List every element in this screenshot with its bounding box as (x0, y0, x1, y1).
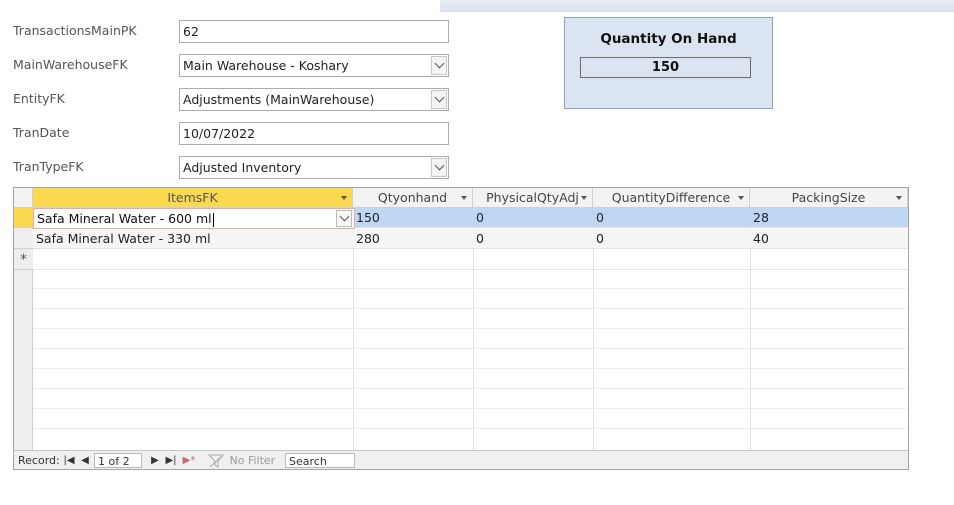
mainwarehousefk-value: Main Warehouse - Koshary (183, 58, 349, 73)
empty-row-line (33, 328, 908, 329)
last-record-button[interactable]: ▶| (164, 453, 178, 468)
transactionsmainpk-field[interactable]: 62 (179, 20, 449, 43)
column-header-packingsize[interactable]: PackingSize (750, 188, 908, 208)
search-input[interactable]: Search (285, 453, 355, 468)
trantypefk-value: Adjusted Inventory (183, 160, 302, 175)
sort-dropdown-icon[interactable] (581, 196, 587, 200)
label-mainwarehousefk: MainWarehouseFK (13, 57, 128, 72)
chevron-down-icon (434, 160, 444, 171)
new-record-row[interactable] (33, 250, 908, 270)
next-record-button[interactable]: ▶ (148, 453, 162, 468)
trantypefk-combo[interactable]: Adjusted Inventory (179, 156, 449, 179)
label-trantypefk: TranTypeFK (13, 159, 84, 174)
cell-qtyonhand[interactable]: 150 (353, 208, 473, 228)
chevron-down-icon (434, 92, 444, 103)
new-record-button[interactable]: ▶* (180, 453, 198, 468)
record-label: Record: (18, 454, 60, 467)
first-record-button[interactable]: |◀ (62, 453, 76, 468)
sort-dropdown-icon[interactable] (461, 196, 467, 200)
trandate-value: 10/07/2022 (183, 126, 256, 141)
dropdown-button[interactable] (336, 210, 352, 227)
new-record-selector[interactable]: * (14, 250, 33, 270)
table-row[interactable]: Safa Mineral Water - 330 ml 280 0 0 40 (33, 229, 908, 249)
datasheet-subform: ItemsFK Qtyonhand PhysicalQtyAdj Quantit… (13, 187, 909, 470)
table-row[interactable]: Safa Mineral Water - 600 ml 150 0 0 28 (33, 208, 908, 229)
sort-dropdown-icon[interactable] (896, 196, 902, 200)
empty-row-line (33, 348, 908, 349)
header-label: PhysicalQtyAdj (486, 190, 579, 205)
entityfk-value: Adjustments (MainWarehouse) (183, 92, 375, 107)
entityfk-combo[interactable]: Adjustments (MainWarehouse) (179, 88, 449, 111)
trandate-field[interactable]: 10/07/2022 (179, 122, 449, 145)
empty-row-line (33, 408, 908, 409)
empty-row-line (33, 288, 908, 289)
window-top-band (440, 0, 954, 12)
empty-row-line (33, 368, 908, 369)
chevron-down-icon (339, 211, 349, 222)
previous-record-button[interactable]: ◀ (78, 453, 92, 468)
empty-row-line (33, 428, 908, 429)
record-navigation-bar: Record: |◀ ◀ 1 of 2 ▶ ▶| ▶* No Filter Se… (14, 450, 908, 469)
column-header-quantitydifference[interactable]: QuantityDifference (593, 188, 750, 208)
cell-physicalqtyadj[interactable]: 0 (473, 208, 593, 228)
quantity-on-hand-panel: Quantity On Hand 150 (564, 17, 773, 109)
column-header-qtyonhand[interactable]: Qtyonhand (353, 188, 473, 208)
empty-row-line (33, 388, 908, 389)
text-caret (212, 212, 214, 227)
header-label: QuantityDifference (611, 190, 731, 205)
label-entityfk: EntityFK (13, 91, 65, 106)
label-trandate: TranDate (13, 125, 70, 140)
transactionsmainpk-value: 62 (183, 24, 199, 39)
filter-label: No Filter (229, 454, 276, 467)
funnel-icon (207, 454, 225, 468)
column-header-physicalqtyadj[interactable]: PhysicalQtyAdj (473, 188, 593, 208)
dropdown-button[interactable] (431, 158, 447, 177)
cell-packingsize[interactable]: 40 (750, 229, 908, 249)
chevron-down-icon (434, 58, 444, 69)
header-corner[interactable] (14, 188, 33, 208)
sort-dropdown-icon[interactable] (738, 196, 744, 200)
current-record-box[interactable]: 1 of 2 (94, 453, 142, 468)
header-label: PackingSize (791, 190, 866, 205)
dropdown-button[interactable] (431, 56, 447, 75)
column-header-itemsfk[interactable]: ItemsFK (33, 188, 353, 208)
cell-itemsfk[interactable]: Safa Mineral Water - 330 ml (33, 229, 353, 249)
cell-packingsize[interactable]: 28 (750, 208, 908, 228)
filter-indicator[interactable]: No Filter (207, 453, 276, 468)
cell-physicalqtyadj[interactable]: 0 (473, 229, 593, 249)
cell-quantitydifference[interactable]: 0 (593, 229, 750, 249)
label-transactionsmainpk: TransactionsMainPK (13, 23, 137, 38)
header-label: ItemsFK (167, 190, 218, 205)
header-label: Qtyonhand (377, 190, 448, 205)
empty-row-line (33, 308, 908, 309)
cell-quantitydifference[interactable]: 0 (593, 208, 750, 228)
itemsfk-combo-cell[interactable]: Safa Mineral Water - 600 ml (33, 208, 355, 229)
record-selector[interactable] (14, 229, 33, 249)
qoh-value: 150 (580, 57, 751, 78)
cell-itemsfk: Safa Mineral Water - 600 ml (37, 211, 212, 226)
record-selector-current[interactable] (14, 208, 33, 228)
sort-dropdown-icon[interactable] (341, 196, 347, 200)
dropdown-button[interactable] (431, 90, 447, 109)
cell-qtyonhand[interactable]: 280 (353, 229, 473, 249)
mainwarehousefk-combo[interactable]: Main Warehouse - Koshary (179, 54, 449, 77)
qoh-title: Quantity On Hand (600, 31, 737, 47)
